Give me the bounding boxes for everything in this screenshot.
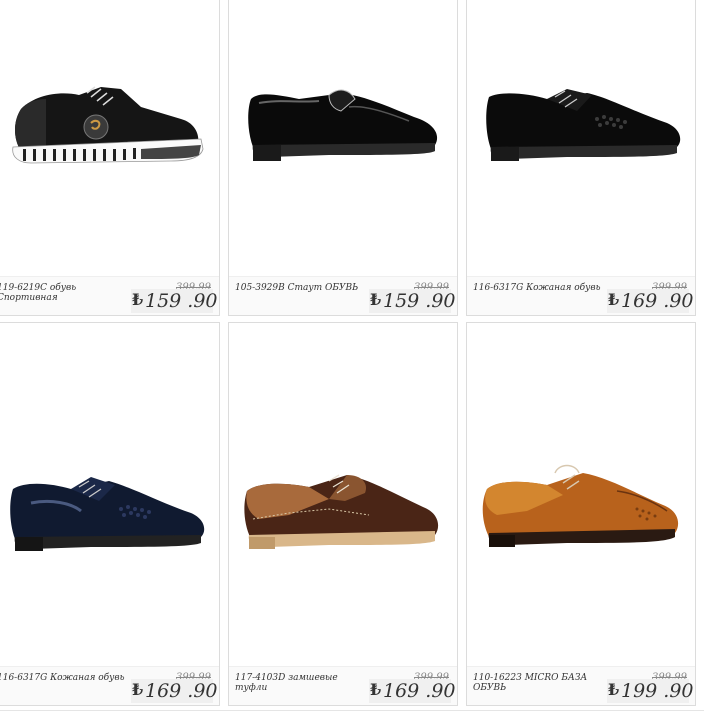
brogue-brown-suede-icon (244, 474, 439, 549)
product-name[interactable]: 116-6317G Кожаная обувь (473, 283, 603, 293)
product-image[interactable] (467, 0, 695, 275)
row-divider (0, 710, 704, 711)
product-name[interactable]: 110-16223 MICRO БАЗА ОБУВЬ (473, 673, 603, 693)
lira-currency-icon: ₺ (608, 680, 620, 699)
product-image[interactable] (0, 0, 219, 275)
product-name[interactable]: 105-3929B Стаут ОБУВЬ (235, 283, 365, 293)
derby-navy-patent-icon (10, 477, 205, 551)
lira-currency-icon: ₺ (608, 290, 620, 309)
lira-currency-icon: ₺ (132, 680, 144, 699)
current-price: 169 .90 (145, 680, 218, 702)
price-box: ₺ 169 .90 (131, 679, 218, 703)
current-price: 159 .90 (145, 290, 218, 312)
product-image[interactable] (229, 0, 457, 275)
price-box: ₺ 199 .90 (607, 679, 694, 703)
product-image[interactable] (467, 323, 695, 667)
loafer-black-patent-icon (248, 89, 438, 161)
product-card[interactable]: 116-6317G Кожаная обувь 399.99 ₺ 169 .90 (466, 0, 696, 316)
sneaker-black-suede-icon (12, 86, 204, 164)
derby-black-patent-icon (486, 89, 681, 161)
product-image[interactable] (0, 323, 219, 667)
price-box: ₺ 169 .90 (607, 289, 694, 313)
product-card[interactable]: 116-6317G Кожаная обувь 399.99 ₺ 169 .90 (0, 322, 220, 706)
product-footer: 110-16223 MICRO БАЗА ОБУВЬ 399.99 ₺ 199 … (467, 666, 695, 705)
brogue-tan-leather-icon (482, 464, 679, 547)
current-price: 199 .90 (621, 680, 694, 702)
product-card[interactable]: 110-16223 MICRO БАЗА ОБУВЬ 399.99 ₺ 199 … (466, 322, 696, 706)
product-card[interactable]: 117-4103D замшевые туфли 399.99 ₺ 169 .9… (228, 322, 458, 706)
current-price: 169 .90 (621, 290, 694, 312)
product-name[interactable]: 116-6317G Кожаная обувь (0, 673, 127, 683)
current-price: 159 .90 (383, 290, 456, 312)
product-card[interactable]: 119-6219C обувь Спортивная 399.99 ₺ 159 … (0, 0, 220, 316)
lira-currency-icon: ₺ (370, 290, 382, 309)
product-name[interactable]: 119-6219C обувь Спортивная (0, 283, 127, 303)
lira-currency-icon: ₺ (370, 680, 382, 699)
product-image[interactable] (229, 323, 457, 667)
product-footer: 116-6317G Кожаная обувь 399.99 ₺ 169 .90 (0, 666, 219, 705)
product-name[interactable]: 117-4103D замшевые туфли (235, 673, 365, 693)
product-footer: 116-6317G Кожаная обувь 399.99 ₺ 169 .90 (467, 276, 695, 315)
product-footer: 119-6219C обувь Спортивная 399.99 ₺ 159 … (0, 276, 219, 315)
product-grid: 119-6219C обувь Спортивная 399.99 ₺ 159 … (0, 0, 704, 713)
price-box: ₺ 169 .90 (369, 679, 456, 703)
product-card[interactable]: 105-3929B Стаут ОБУВЬ 399.99 ₺ 159 .90 (228, 0, 458, 316)
price-box: ₺ 159 .90 (369, 289, 456, 313)
current-price: 169 .90 (383, 680, 456, 702)
lira-currency-icon: ₺ (132, 290, 144, 309)
product-footer: 105-3929B Стаут ОБУВЬ 399.99 ₺ 159 .90 (229, 276, 457, 315)
product-footer: 117-4103D замшевые туфли 399.99 ₺ 169 .9… (229, 666, 457, 705)
price-box: ₺ 159 .90 (131, 289, 218, 313)
